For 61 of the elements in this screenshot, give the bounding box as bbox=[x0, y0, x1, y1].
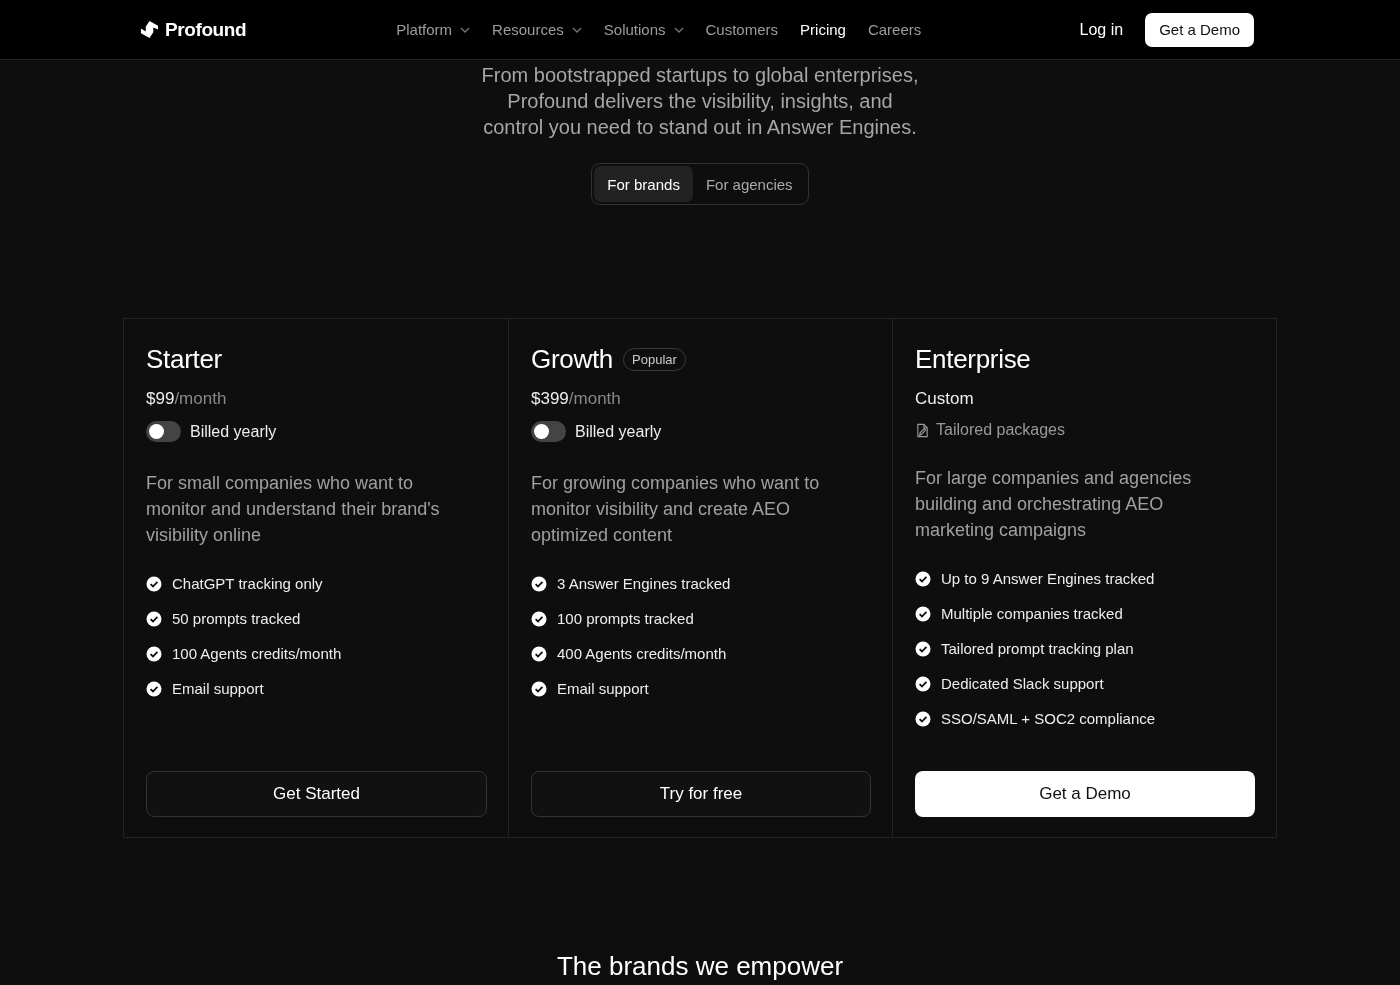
nav-link[interactable]: Solutions bbox=[603, 21, 684, 38]
plan-name: Starter bbox=[146, 343, 222, 375]
plan-cta-button[interactable]: Try for free bbox=[531, 771, 871, 817]
price-period: /month bbox=[174, 389, 227, 408]
feature-text: Dedicated Slack support bbox=[941, 675, 1104, 692]
check-circle-icon bbox=[531, 575, 547, 592]
check-circle-icon bbox=[146, 575, 162, 592]
check-circle-icon bbox=[531, 680, 547, 697]
price-period: /month bbox=[568, 389, 621, 408]
billing-label: Billed yearly bbox=[190, 422, 277, 441]
feature-text: Up to 9 Answer Engines tracked bbox=[941, 570, 1155, 587]
feature-text: 400 Agents credits/month bbox=[557, 645, 727, 662]
nav-link[interactable]: Pricing bbox=[800, 21, 846, 38]
get-a-demo-button[interactable]: Get a Demo bbox=[1145, 12, 1254, 47]
check-circle-icon bbox=[146, 610, 162, 627]
audience-tab[interactable]: For agencies bbox=[692, 166, 806, 202]
price-custom: Custom bbox=[915, 389, 975, 409]
plan-name: Enterprise bbox=[915, 343, 1031, 375]
plan-cta-button[interactable]: Get a Demo bbox=[915, 771, 1255, 817]
logo[interactable]: Profound bbox=[140, 18, 247, 41]
check-circle-icon bbox=[915, 570, 931, 587]
check-circle-icon bbox=[915, 710, 931, 727]
log-in-link[interactable]: Log in bbox=[1079, 20, 1124, 39]
price-amount: $399 bbox=[531, 389, 569, 408]
plan-description: For growing companies who want to monitor visibility and create AEO optimized content bbox=[531, 472, 821, 547]
document-pen-icon bbox=[915, 422, 930, 438]
check-circle-icon bbox=[146, 645, 162, 662]
nav-link[interactable]: Careers bbox=[867, 21, 922, 38]
logo-icon bbox=[140, 20, 159, 39]
check-circle-icon bbox=[915, 640, 931, 657]
feature-text: ChatGPT tracking only bbox=[172, 575, 323, 592]
billing-toggle[interactable] bbox=[146, 421, 181, 442]
feature-text: 100 prompts tracked bbox=[557, 610, 694, 627]
feature-text: SSO/SAML + SOC2 compliance bbox=[941, 710, 1156, 727]
nav-link[interactable]: Resources bbox=[492, 21, 582, 38]
check-circle-icon bbox=[531, 610, 547, 627]
billing-label: Billed yearly bbox=[575, 422, 662, 441]
check-circle-icon bbox=[146, 680, 162, 697]
feature-text: 50 prompts tracked bbox=[172, 610, 301, 627]
feature-text: 100 Agents credits/month bbox=[172, 645, 342, 662]
nav-link[interactable]: Platform bbox=[396, 21, 471, 38]
plan-description: For large companies and agencies building and orchestrating AEO marketing campaigns bbox=[915, 467, 1193, 542]
section-heading: The brands we empower bbox=[556, 950, 844, 982]
brand-name: Profound bbox=[165, 18, 247, 41]
nav-link[interactable]: Customers bbox=[705, 21, 779, 38]
audience-tab[interactable]: For brands bbox=[594, 166, 693, 202]
feature-text: Email support bbox=[172, 680, 264, 697]
intro-paragraph: From bootstrapped startups to global enterprises, Profound delivers the visibility, insights, and control you need to stand out in Answer Engines. bbox=[480, 63, 920, 140]
plan-description: For small companies who want to monitor and understand their brand's visibility online bbox=[146, 472, 441, 547]
feature-text: 3 Answer Engines tracked bbox=[557, 575, 731, 592]
plan-name: Growth bbox=[531, 343, 613, 375]
feature-text: Multiple companies tracked bbox=[941, 605, 1123, 622]
check-circle-icon bbox=[915, 605, 931, 622]
check-circle-icon bbox=[531, 645, 547, 662]
feature-text: Email support bbox=[557, 680, 649, 697]
check-circle-icon bbox=[915, 675, 931, 692]
package-note: Tailored packages bbox=[936, 421, 1065, 439]
plan-cta-button[interactable]: Get Started bbox=[146, 771, 487, 817]
feature-text: Tailored prompt tracking plan bbox=[941, 640, 1134, 657]
price-amount: $99 bbox=[146, 389, 175, 408]
billing-toggle[interactable] bbox=[531, 421, 566, 442]
